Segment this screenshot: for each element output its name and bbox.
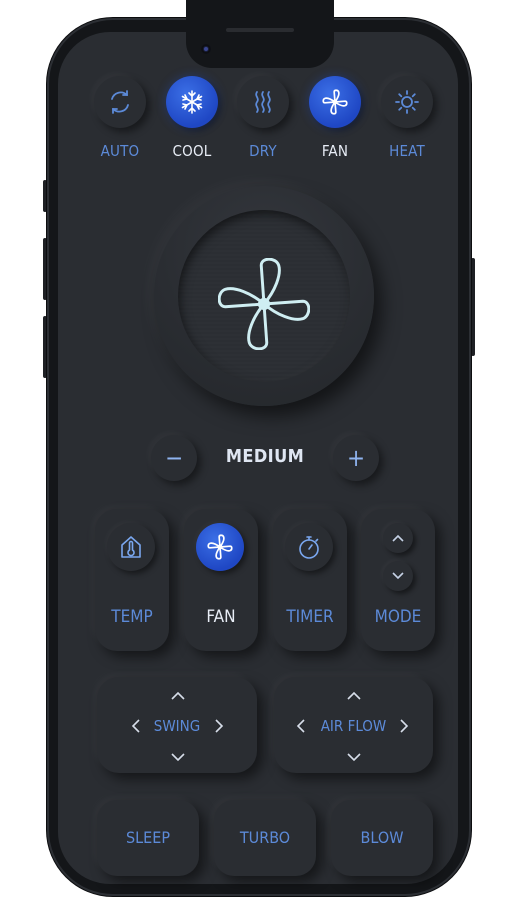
mode-fan-label: FAN [321, 142, 349, 160]
temp-icon-wrap [107, 523, 155, 571]
sun-icon [395, 90, 419, 114]
fan-icon-wrap [196, 523, 244, 571]
mode-dry-label: DRY [249, 142, 277, 160]
fan-card-button[interactable]: FAN [184, 509, 258, 651]
mode-down-button[interactable] [383, 561, 413, 591]
speed-increase-button[interactable]: + [333, 435, 379, 481]
timer-card-button[interactable]: TIMER [273, 509, 347, 651]
minus-icon: − [164, 444, 184, 472]
mode-up-button[interactable] [383, 523, 413, 553]
speaker-grille [226, 28, 294, 32]
swing-right-arrow[interactable] [215, 719, 224, 733]
stopwatch-icon [299, 536, 319, 559]
mode-card: MODE [361, 509, 435, 651]
blow-button[interactable]: BLOW [331, 800, 433, 876]
front-camera [201, 44, 211, 54]
turbo-label: TURBO [239, 828, 291, 847]
speed-decrease-button[interactable]: − [151, 435, 197, 481]
plus-icon: + [346, 444, 366, 472]
power-button [471, 258, 475, 356]
temp-label: TEMP [111, 607, 153, 627]
mode-fan-button[interactable] [309, 76, 361, 128]
swing-down-arrow[interactable] [171, 753, 185, 762]
swing-up-arrow[interactable] [171, 691, 185, 700]
thermometer-home-icon [121, 536, 141, 558]
airflow-label: AIR FLOW [320, 717, 387, 735]
notch [186, 0, 334, 68]
blow-label: BLOW [360, 828, 404, 847]
fan-icon [207, 534, 233, 560]
fan-icon [322, 89, 348, 115]
mode-cool-label: COOL [172, 142, 212, 160]
chevron-up-icon [392, 534, 404, 542]
fan-label: FAN [206, 607, 236, 627]
dry-waves-icon [255, 91, 271, 113]
mode-heat-label: HEAT [389, 142, 425, 160]
mode-dry-button[interactable] [237, 76, 289, 128]
snowflake-icon [181, 90, 203, 114]
chevron-down-icon [392, 572, 404, 580]
timer-label: TIMER [286, 607, 334, 627]
mode-heat-button[interactable] [381, 76, 433, 128]
auto-cycle-icon [111, 90, 129, 114]
airflow-up-arrow[interactable] [347, 691, 361, 700]
mode-auto-label: AUTO [100, 142, 140, 160]
fan-speed-label: MEDIUM [225, 446, 305, 467]
turbo-button[interactable]: TURBO [214, 800, 316, 876]
temp-card-button[interactable]: TEMP [95, 509, 169, 651]
swing-label: SWING [153, 717, 201, 735]
sleep-button[interactable]: SLEEP [97, 800, 199, 876]
mode-cool-button[interactable] [166, 76, 218, 128]
sleep-label: SLEEP [125, 828, 171, 847]
swing-pad: SWING [97, 677, 257, 773]
mode-auto-button[interactable] [94, 76, 146, 128]
timer-icon-wrap [285, 523, 333, 571]
fan-large-icon [218, 258, 310, 350]
airflow-pad: AIR FLOW [274, 677, 433, 773]
airflow-right-arrow[interactable] [400, 719, 409, 733]
mode-label: MODE [374, 607, 422, 627]
airflow-down-arrow[interactable] [347, 753, 361, 762]
